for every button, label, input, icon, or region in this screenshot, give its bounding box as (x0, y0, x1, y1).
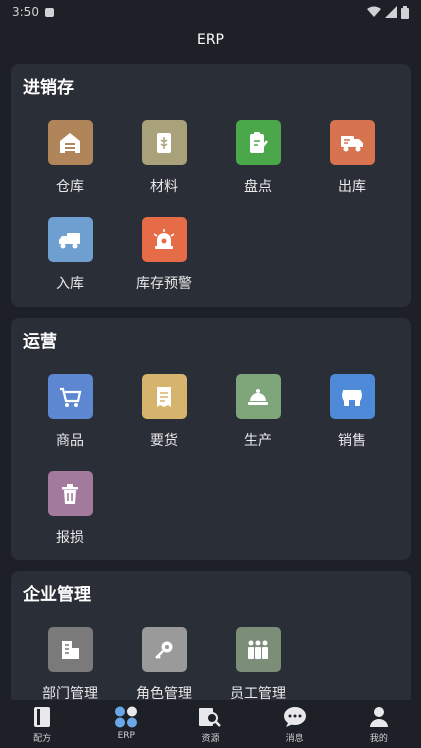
menu-item-production[interactable]: 生产 (211, 364, 305, 461)
tab-profile[interactable]: 我的 (349, 706, 409, 744)
tab-label: 消息 (285, 734, 304, 744)
section-title: 进销存 (23, 78, 74, 98)
tab-erp[interactable]: ERP (96, 706, 156, 741)
menu-item-label: 销售 (338, 433, 366, 449)
menu-item-staff[interactable]: 员工管理 (211, 617, 305, 700)
menu-item-inventory-check[interactable]: 盘点 (211, 110, 305, 207)
section-inventory: 进销存 仓库 材料 盘点 出库 入库 库存预警 (11, 64, 411, 307)
tab-resources[interactable]: 资源 (180, 706, 240, 744)
menu-item-label: 员工管理 (230, 686, 286, 700)
main-content[interactable]: 进销存 仓库 材料 盘点 出库 入库 库存预警 运营 商品 要货 生产 销售 报… (11, 64, 411, 700)
menu-item-label: 部门管理 (42, 686, 98, 700)
material-icon (141, 120, 187, 165)
cart-icon (47, 374, 93, 419)
department-icon (47, 627, 93, 672)
menu-item-label: 报损 (56, 530, 84, 546)
menu-item-requisition[interactable]: 要货 (117, 364, 211, 461)
inventory-check-icon (235, 120, 281, 165)
receipt-icon (141, 374, 187, 419)
section-title: 运营 (23, 332, 57, 352)
resource-search-icon (199, 708, 222, 727)
book-icon (34, 707, 51, 727)
page-title: ERP (196, 32, 224, 48)
staff-icon (235, 627, 281, 672)
notification-icon (44, 7, 54, 17)
tab-label: 我的 (369, 734, 388, 744)
menu-item-label: 角色管理 (136, 686, 192, 700)
menu-item-label: 商品 (56, 433, 84, 449)
status-time: 3:50 (12, 5, 39, 19)
wifi-icon (367, 6, 381, 17)
section-operations: 运营 商品 要货 生产 销售 报损 (11, 318, 411, 560)
menu-item-label: 仓库 (56, 179, 84, 195)
key-icon (141, 627, 187, 672)
menu-item-label: 出库 (338, 179, 366, 195)
tab-label: 配方 (33, 734, 52, 744)
tab-messages[interactable]: 消息 (265, 706, 325, 744)
menu-item-outbound[interactable]: 出库 (305, 110, 399, 207)
menu-item-label: 库存预警 (136, 276, 192, 292)
menu-item-label: 入库 (56, 276, 84, 292)
menu-item-inbound[interactable]: 入库 (23, 207, 117, 304)
status-bar: 3:50 (0, 0, 421, 24)
outbound-truck-icon (329, 120, 375, 165)
message-icon (283, 707, 306, 727)
menu-item-warehouse[interactable]: 仓库 (23, 110, 117, 207)
bottom-tab-bar: 配方 ERP 资源 消息 我的 (0, 700, 421, 748)
menu-item-label: 盘点 (244, 179, 272, 195)
erp-icon (115, 706, 138, 728)
signal-icon (385, 6, 397, 18)
menu-item-department[interactable]: 部门管理 (23, 617, 117, 700)
profile-icon (369, 707, 388, 727)
menu-item-label: 要货 (150, 433, 178, 449)
section-enterprise: 企业管理 部门管理 角色管理 员工管理 (11, 571, 411, 700)
menu-item-sales[interactable]: 销售 (305, 364, 399, 461)
menu-item-stock-alert[interactable]: 库存预警 (117, 207, 211, 304)
tab-recipe[interactable]: 配方 (12, 706, 72, 744)
menu-item-label: 材料 (150, 179, 178, 195)
menu-item-label: 生产 (244, 433, 272, 449)
trash-icon (47, 471, 93, 516)
warehouse-icon (47, 120, 93, 165)
tab-label: 资源 (201, 734, 220, 744)
battery-icon (401, 5, 409, 19)
tab-label: ERP (117, 731, 135, 741)
inbound-truck-icon (47, 217, 93, 262)
production-icon (235, 374, 281, 419)
menu-item-material[interactable]: 材料 (117, 110, 211, 207)
section-title: 企业管理 (23, 585, 91, 605)
menu-item-loss-report[interactable]: 报损 (23, 461, 117, 558)
alarm-icon (141, 217, 187, 262)
store-icon (329, 374, 375, 419)
menu-item-role[interactable]: 角色管理 (117, 617, 211, 700)
menu-item-products[interactable]: 商品 (23, 364, 117, 461)
